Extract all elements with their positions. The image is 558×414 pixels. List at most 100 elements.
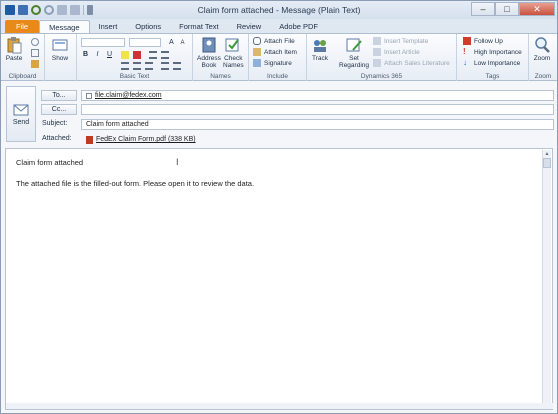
track-label: Track [311, 55, 328, 62]
tab-adobe-pdf[interactable]: Adobe PDF [270, 20, 327, 33]
message-window: Claim form attached - Message (Plain Tex… [0, 0, 558, 414]
italic-button[interactable]: I [93, 50, 102, 59]
down-arrow-icon[interactable] [70, 5, 80, 15]
pdf-icon [86, 135, 93, 144]
attach-item-button[interactable]: Attach Item [253, 48, 297, 56]
set-regarding-button[interactable]: Set Regarding [339, 36, 369, 69]
follow-up-button[interactable]: Follow Up [463, 37, 503, 45]
zoom-group: Zoom Zoom [529, 34, 557, 81]
basic-text-group: A A B I U Basic Text [77, 34, 193, 81]
to-field[interactable]: file.claim@fedex.com [81, 90, 554, 101]
message-body[interactable]: Claim form attached The attached file is… [5, 148, 553, 410]
ribbon: Paste Clipboard Show A A B I U Basic Tex… [1, 33, 557, 81]
bullets-icon[interactable] [149, 51, 157, 59]
maximize-button[interactable]: □ [495, 2, 519, 16]
horizontal-scrollbar[interactable] [6, 403, 553, 409]
tags-group: Follow Up ! High Importance ↓ Low Import… [457, 34, 529, 81]
vertical-scrollbar[interactable]: ▲ [542, 150, 551, 408]
attached-field[interactable]: FedEx Claim Form.pdf (338 KB) [81, 134, 554, 145]
zoom-label: Zoom [533, 55, 551, 62]
body-line-1: Claim form attached [16, 158, 84, 167]
insert-article-button[interactable]: Insert Article [373, 48, 420, 56]
insert-template-label: Insert Template [384, 37, 429, 45]
paperclip-icon [253, 37, 261, 45]
align-right-icon[interactable] [145, 62, 153, 70]
font-size-dropdown[interactable] [129, 38, 161, 47]
show-button[interactable]: Show [51, 36, 69, 62]
quick-access-toolbar [1, 5, 93, 15]
high-importance-icon: ! [463, 47, 466, 56]
customize-qat-icon[interactable] [87, 5, 93, 15]
cc-field[interactable] [81, 104, 554, 115]
ribbon-tabs: File Message Insert Options Format Text … [1, 19, 557, 33]
numbering-icon[interactable] [161, 51, 169, 59]
subject-field[interactable]: Claim form attached [81, 119, 554, 130]
bold-button[interactable]: B [81, 50, 90, 59]
cc-button[interactable]: Cc... [41, 104, 77, 115]
tab-message[interactable]: Message [39, 20, 90, 33]
copy-icon[interactable] [31, 49, 39, 57]
clipboard-group-label: Clipboard [8, 73, 37, 80]
format-painter-icon[interactable] [31, 60, 39, 68]
redo-icon[interactable] [44, 5, 54, 15]
paste-button[interactable]: Paste [5, 36, 23, 62]
underline-button[interactable]: U [105, 50, 114, 59]
shrink-font-button[interactable]: A [178, 38, 187, 47]
align-center-icon[interactable] [133, 62, 141, 70]
font-name-dropdown[interactable] [81, 38, 125, 47]
high-importance-button[interactable]: ! High Importance [463, 48, 522, 56]
check-names-button[interactable]: Check Names [223, 36, 244, 69]
qat-divider [83, 5, 84, 15]
magnifier-icon [535, 37, 550, 53]
to-button[interactable]: To... [41, 90, 77, 101]
increase-indent-icon[interactable] [173, 62, 181, 70]
zoom-button[interactable]: Zoom [533, 36, 551, 62]
font-color-icon[interactable] [133, 51, 141, 59]
decrease-indent-icon[interactable] [161, 62, 169, 70]
undo-icon[interactable] [31, 5, 41, 15]
window-controls: – □ ✕ [471, 2, 555, 16]
article-icon [373, 48, 381, 56]
names-group: Address Book Check Names Names [193, 34, 249, 81]
tab-format-text[interactable]: Format Text [170, 20, 227, 33]
tab-review[interactable]: Review [228, 20, 271, 33]
minimize-button[interactable]: – [471, 2, 495, 16]
attach-file-button[interactable]: Attach File [253, 37, 295, 45]
attached-label: Attached: [42, 135, 72, 142]
show-group: Show [45, 34, 77, 81]
subject-label: Subject: [42, 120, 68, 127]
grow-font-button[interactable]: A [167, 38, 176, 47]
clipboard-group: Paste Clipboard [1, 34, 45, 81]
send-button[interactable]: Send [6, 86, 36, 142]
attach-sales-literature-button[interactable]: Attach Sales Literature [373, 59, 450, 67]
high-importance-label: High Importance [474, 48, 522, 56]
tab-options[interactable]: Options [126, 20, 170, 33]
flag-icon [463, 37, 471, 45]
tab-insert[interactable]: Insert [90, 20, 127, 33]
signature-button[interactable]: Signature [253, 59, 292, 67]
names-group-label: Names [210, 73, 231, 80]
up-arrow-icon[interactable] [57, 5, 67, 15]
dynamics-group: Track Set Regarding Insert Template Inse… [307, 34, 457, 81]
low-importance-label: Low Importance [474, 59, 521, 67]
scroll-thumb[interactable] [543, 158, 551, 168]
insert-template-button[interactable]: Insert Template [373, 37, 428, 45]
track-button[interactable]: Track [311, 36, 329, 62]
send-label: Send [12, 118, 30, 126]
save-icon[interactable] [18, 5, 28, 15]
highlight-icon[interactable] [121, 51, 129, 59]
insert-article-label: Insert Article [384, 48, 420, 56]
tab-file[interactable]: File [5, 20, 40, 33]
scroll-up-icon[interactable]: ▲ [543, 150, 551, 158]
close-button[interactable]: ✕ [519, 2, 555, 16]
show-icon [52, 39, 68, 51]
dynamics-group-label: Dynamics 365 [360, 73, 403, 80]
attachment-link[interactable]: FedEx Claim Form.pdf (338 KB) [96, 135, 196, 144]
track-icon [314, 40, 326, 52]
address-book-button[interactable]: Address Book [197, 36, 221, 69]
signature-icon [253, 59, 261, 67]
check-names-icon [225, 38, 240, 52]
low-importance-button[interactable]: ↓ Low Importance [463, 59, 520, 67]
cut-icon[interactable] [31, 38, 39, 46]
align-left-icon[interactable] [121, 62, 129, 70]
